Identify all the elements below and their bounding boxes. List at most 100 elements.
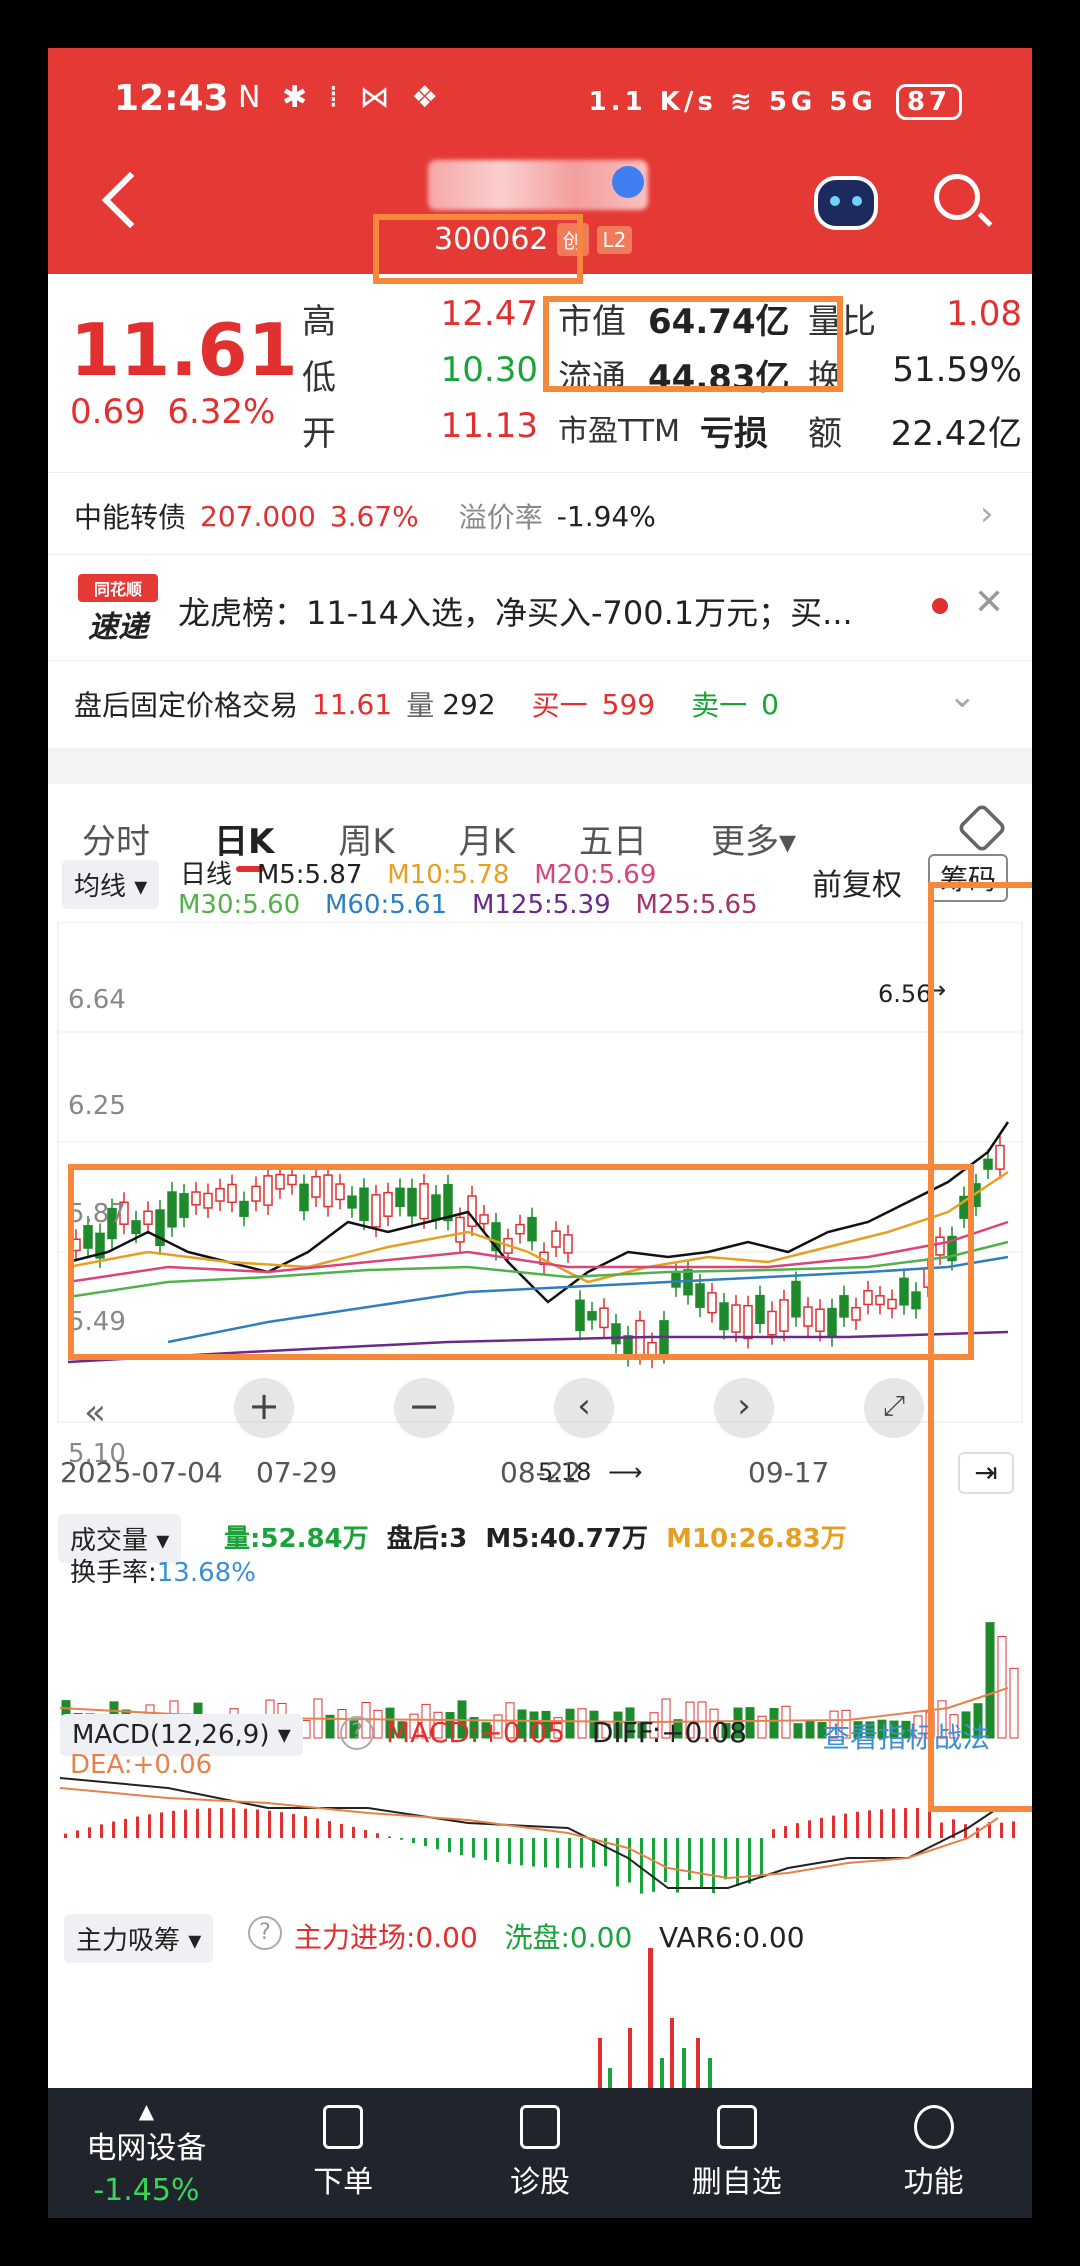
sector-indicator[interactable]: ▲ 电网设备 -1.45% [48, 2088, 245, 2218]
vol-m5: M5:40.77万 [485, 1524, 648, 1554]
pe-label: 市盈TTM [558, 414, 681, 449]
sell1-value: 0 [761, 687, 779, 721]
chevron-right-icon[interactable]: › [980, 494, 994, 534]
macd-bar [172, 1810, 175, 1838]
pan-left-icon[interactable]: ‹ [554, 1378, 614, 1438]
macd-bar [724, 1838, 727, 1880]
macd-bar [472, 1838, 475, 1858]
diagnose-label: 诊股 [509, 2165, 570, 2200]
macd-bar [364, 1830, 367, 1838]
rewind-icon[interactable]: « [84, 1392, 106, 1433]
macd-bar [148, 1814, 151, 1838]
fullscreen-icon[interactable]: ⤢ [864, 1378, 924, 1438]
l2-badge[interactable]: L2 [596, 225, 633, 254]
macd-bar [328, 1821, 331, 1838]
pan-right-icon[interactable]: › [714, 1378, 774, 1438]
macd-bar [676, 1838, 679, 1893]
wifi-icon: ≋ [729, 87, 756, 117]
volume-bar [769, 1708, 779, 1739]
macd-bar [904, 1808, 907, 1838]
macd-bar [292, 1814, 295, 1838]
change-value: 0.69 [70, 392, 146, 432]
macd-bar [640, 1838, 643, 1894]
buy1-value: 599 [601, 687, 656, 721]
fuquan-selector[interactable]: 前复权 [812, 860, 902, 904]
status-right-icons: 1.1 K/s ≋ 5G 5G 87 [589, 84, 962, 120]
macd-bar [376, 1833, 379, 1838]
volratio-value: 1.08 [946, 294, 1022, 334]
zoom-out-icon[interactable]: − [394, 1378, 454, 1438]
signal-icon: 5G 5G [768, 87, 877, 117]
daily-line-label: 日线 [180, 860, 233, 890]
convertible-bond-row[interactable]: 中能转债 207.000 3.67% 溢价率 -1.94% [74, 496, 656, 536]
after-hours-vol: 292 [442, 687, 496, 721]
ma-selector-button[interactable]: 均线 ▾ [62, 860, 160, 909]
premium-label: 溢价率 [458, 501, 543, 534]
macd-bar [688, 1838, 691, 1881]
premium-value: -1.94% [556, 499, 656, 533]
macd-bar [1000, 1822, 1003, 1838]
remove-watchlist-button[interactable]: 删自选 [638, 2088, 835, 2218]
tab-more[interactable]: 更多▾ [711, 814, 796, 863]
macd-bar [1012, 1821, 1015, 1838]
macd-bar [964, 1824, 967, 1838]
close-icon[interactable]: ✕ [974, 582, 1004, 623]
macd-bar [928, 1808, 931, 1838]
search-icon[interactable] [934, 174, 980, 220]
diagnose-button[interactable]: 诊股 [442, 2088, 639, 2218]
macd-bar [700, 1838, 703, 1888]
settings-hex-icon[interactable] [956, 802, 1008, 854]
sector-name: 电网设备 [86, 2130, 207, 2166]
tab-intraday[interactable]: 分时 [82, 814, 150, 863]
macd-bar [460, 1838, 463, 1856]
open-label: 开 [302, 414, 336, 454]
volume-bar [805, 1720, 815, 1739]
volume-bar [373, 1709, 383, 1739]
vol-m10: M10:26.83万 [666, 1524, 847, 1554]
capital-bar [660, 2058, 664, 2088]
function-button[interactable]: 功能 [835, 2088, 1032, 2218]
high-price-mark: 6.56 [878, 980, 931, 1008]
battery-icon: 87 [895, 84, 962, 120]
macd-bar [580, 1838, 583, 1868]
macd-bar [100, 1824, 103, 1838]
capital-bar [670, 2018, 674, 2088]
bottom-toolbar: ▲ 电网设备 -1.45% 下单 诊股 删自选 功能 [48, 2088, 1032, 2218]
after-hours-vol-label: 量 [406, 689, 435, 722]
chevron-down-icon[interactable]: ⌄ [948, 676, 977, 716]
zoom-in-icon[interactable]: + [234, 1378, 294, 1438]
macd-bar [208, 1808, 211, 1838]
low-value: 10.30 [440, 350, 538, 390]
order-button[interactable]: 下单 [245, 2088, 442, 2218]
capital-bar [682, 2048, 686, 2088]
macd-bar [304, 1816, 307, 1838]
bond-name: 中能转债 [74, 501, 187, 534]
y-tick: 6.25 [68, 1091, 126, 1121]
capital-bar [708, 2058, 712, 2088]
change-pct: 6.32% [167, 392, 276, 432]
tonghuashun-news-logo: 同花顺 速递 [78, 574, 158, 645]
macd-bar [76, 1830, 79, 1838]
help-icon[interactable]: ? [340, 1716, 374, 1750]
after-hours-volume: 盘后:3 [386, 1524, 468, 1554]
macd-bar [256, 1809, 259, 1838]
volume-bar [301, 1720, 311, 1739]
news-headline[interactable]: 龙虎榜：11-14入选，净买入-700.1万元；买... [178, 588, 938, 634]
ma-legend-row1: 日线 M5:5.87 M10:5.78 M20:5.69 [180, 854, 656, 891]
after-hours-row[interactable]: 盘后固定价格交易 11.61 量 292 买一 599 卖一 0 [74, 684, 779, 724]
app-screen: 12:43 N ✱ ⁞ ⋈ ❖ 1.1 K/s ≋ 5G 5G 87 30006… [48, 48, 1032, 2218]
low-label: 低 [302, 358, 336, 398]
divider [48, 554, 1032, 555]
robot-assistant-icon[interactable] [814, 176, 878, 230]
help-icon[interactable]: ? [248, 1916, 282, 1950]
macd-bar [916, 1808, 919, 1838]
volume-value: 量:52.84万 [224, 1524, 369, 1554]
macd-legend: MACD:+0.05 DIFF:+0.08 [386, 1716, 747, 1749]
status-time: 12:43 [114, 78, 229, 119]
macd-bar [844, 1813, 847, 1838]
macd-bar [808, 1820, 811, 1838]
stock-status-dot [612, 166, 644, 198]
macd-bar [556, 1838, 559, 1868]
back-icon[interactable] [101, 171, 159, 229]
macd-histogram [64, 1808, 1015, 1894]
